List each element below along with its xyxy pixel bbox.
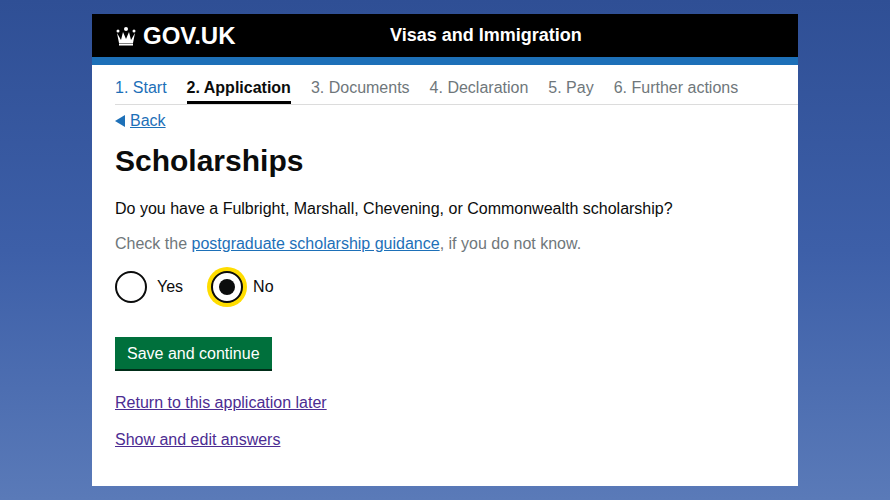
guidance-link[interactable]: postgraduate scholarship guidance <box>191 235 439 252</box>
show-answers-link[interactable]: Show and edit answers <box>115 430 280 450</box>
step-item: 3. Documents <box>311 78 410 104</box>
step-nav: 1. Start 2. Application 3. Documents 4. Dec… <box>115 65 798 105</box>
govuk-logo[interactable]: GOV.UK <box>115 22 390 50</box>
step-item: 5. Pay <box>548 78 593 104</box>
page-heading: Scholarships <box>115 143 798 179</box>
step-item[interactable]: 1. Start <box>115 78 167 104</box>
hint: Check the postgraduate scholarship guida… <box>115 234 798 254</box>
radio-option[interactable]: Yes <box>115 271 183 303</box>
header: GOV.UKVisas and Immigration <box>92 14 798 57</box>
application-card: GOV.UKVisas and Immigration 1. Start 2. Ap… <box>92 14 798 486</box>
step-item: 6. Further actions <box>614 78 739 104</box>
step-item: 2. Application <box>187 78 291 104</box>
back-arrow-icon <box>115 115 125 127</box>
radio-option[interactable]: No <box>211 271 273 303</box>
radio-dot <box>219 279 235 295</box>
radio-button[interactable] <box>211 271 243 303</box>
return-later-link[interactable]: Return to this application later <box>115 393 327 413</box>
crown-icon <box>115 26 137 46</box>
service-name[interactable]: Visas and Immigration <box>390 22 582 49</box>
header-stripe <box>92 57 798 65</box>
step-item: 4. Declaration <box>430 78 529 104</box>
question: Do you have a Fulbright, Marshall, Cheve… <box>115 199 798 219</box>
radio-group: Yes No <box>115 271 798 303</box>
content: 1. Start 2. Application 3. Documents 4. Dec… <box>92 65 798 450</box>
radio-button[interactable] <box>115 271 147 303</box>
save-continue-button[interactable]: Save and continue <box>115 337 272 371</box>
page: GOV.UKVisas and Immigration 1. Start 2. Ap… <box>0 0 890 500</box>
back-link[interactable]: Back <box>115 111 798 131</box>
